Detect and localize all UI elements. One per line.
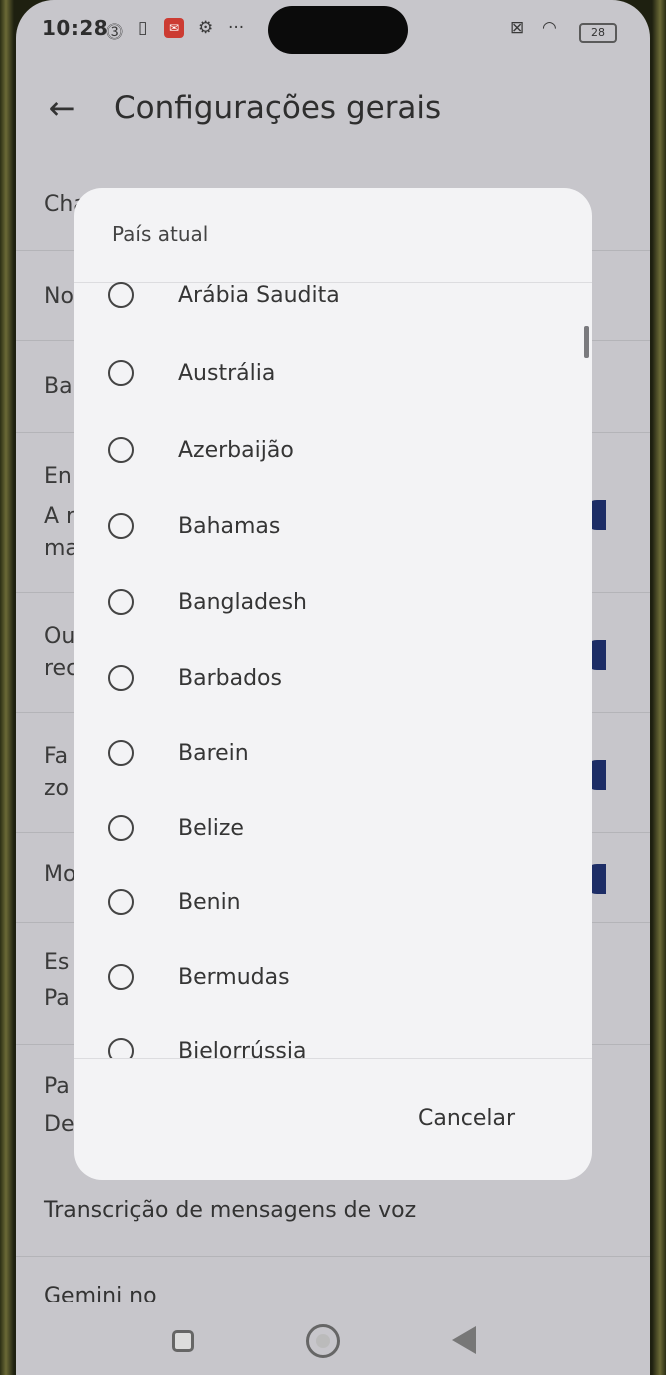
back-arrow-icon[interactable]: ← xyxy=(42,88,82,128)
setting-voice-transcription[interactable]: Transcrição de mensagens de voz xyxy=(44,1198,416,1223)
country-option[interactable]: Azerbaijão xyxy=(108,420,294,480)
back-icon[interactable] xyxy=(452,1326,476,1354)
dialog-title: País atual xyxy=(112,222,209,246)
country-label: Bahamas xyxy=(178,513,281,539)
wifi-icon: ◠ xyxy=(542,18,557,38)
radio-button[interactable] xyxy=(108,740,134,766)
sim-icon: ▯ xyxy=(138,18,148,38)
setting-row-desc: De xyxy=(44,1112,75,1137)
recent-apps-icon[interactable] xyxy=(172,1330,194,1352)
app-header: ← Configurações gerais xyxy=(16,70,650,150)
setting-row-desc: Pa xyxy=(44,986,70,1011)
country-option[interactable]: Bermudas xyxy=(108,947,290,1007)
screen: 10:28 ⓷ ▯ ✉ ⚙ ··· ⊠ ◠ 28 ← Configurações… xyxy=(16,0,650,1375)
country-option[interactable]: Arábia Saudita xyxy=(108,265,340,325)
country-label: Arábia Saudita xyxy=(178,282,340,308)
country-label: Bielorrússia xyxy=(178,1038,307,1059)
radio-button[interactable] xyxy=(108,282,134,308)
setting-row-label[interactable]: En xyxy=(44,464,72,489)
radio-button[interactable] xyxy=(108,513,134,539)
country-option[interactable]: Austrália xyxy=(108,343,275,403)
setting-row-label[interactable]: Es xyxy=(44,950,69,975)
country-label: Barbados xyxy=(178,665,282,691)
radio-button[interactable] xyxy=(108,889,134,915)
status-time: 10:28 xyxy=(42,16,109,40)
radio-button[interactable] xyxy=(108,815,134,841)
country-label: Benin xyxy=(178,889,241,915)
divider xyxy=(74,1058,592,1059)
country-option[interactable]: Bahamas xyxy=(108,496,280,556)
home-icon-inner xyxy=(316,1334,330,1348)
no-sim-icon: ⊠ xyxy=(510,18,525,38)
divider xyxy=(16,1256,650,1257)
radio-button[interactable] xyxy=(108,964,134,990)
country-label: Belize xyxy=(178,815,244,841)
nfc-icon: ⓷ xyxy=(106,23,123,43)
country-label: Austrália xyxy=(178,360,276,386)
status-bar: 10:28 ⓷ ▯ ✉ ⚙ ··· ⊠ ◠ 28 xyxy=(16,14,650,48)
cancel-button[interactable]: Cancelar xyxy=(406,1100,527,1137)
setting-row-label[interactable]: Mo xyxy=(44,862,76,887)
list-scrollbar[interactable] xyxy=(584,326,589,358)
setting-row-label[interactable]: Fa xyxy=(44,744,68,769)
setting-row-label[interactable]: Ba xyxy=(44,374,73,399)
country-list[interactable]: Arábia Saudita Austrália Azerbaijão Baha… xyxy=(74,258,592,1058)
setting-row-label[interactable]: No xyxy=(44,284,74,309)
radio-button[interactable] xyxy=(108,360,134,386)
country-label: Bangladesh xyxy=(178,589,307,615)
country-option[interactable]: Barein xyxy=(108,723,249,783)
radio-button[interactable] xyxy=(108,665,134,691)
app-notification-icon: ✉ xyxy=(164,18,184,38)
radio-button[interactable] xyxy=(108,1038,134,1058)
country-label: Barein xyxy=(178,740,249,766)
country-option[interactable]: Barbados xyxy=(108,648,282,708)
country-option[interactable]: Bielorrússia xyxy=(108,1021,306,1058)
home-icon[interactable] xyxy=(306,1324,340,1358)
country-label: Bermudas xyxy=(178,964,290,990)
settings-icon: ⚙ xyxy=(198,18,214,38)
radio-button[interactable] xyxy=(108,589,134,615)
setting-row-desc: A r xyxy=(44,504,76,529)
country-option[interactable]: Belize xyxy=(108,798,244,858)
page-title: Configurações gerais xyxy=(114,90,442,126)
setting-row-desc: zo xyxy=(44,776,70,801)
radio-button[interactable] xyxy=(108,437,134,463)
system-nav-bar xyxy=(16,1300,650,1375)
country-option[interactable]: Benin xyxy=(108,872,241,932)
country-option[interactable]: Bangladesh xyxy=(108,572,307,632)
setting-row-label[interactable]: Pa xyxy=(44,1074,70,1099)
battery-icon: 28 xyxy=(579,23,617,43)
more-icon: ··· xyxy=(228,18,245,38)
country-dialog: País atual Arábia Saudita Austrália Azer… xyxy=(74,188,592,1180)
country-label: Azerbaijão xyxy=(178,437,294,463)
setting-row-label[interactable]: Ou xyxy=(44,624,75,649)
